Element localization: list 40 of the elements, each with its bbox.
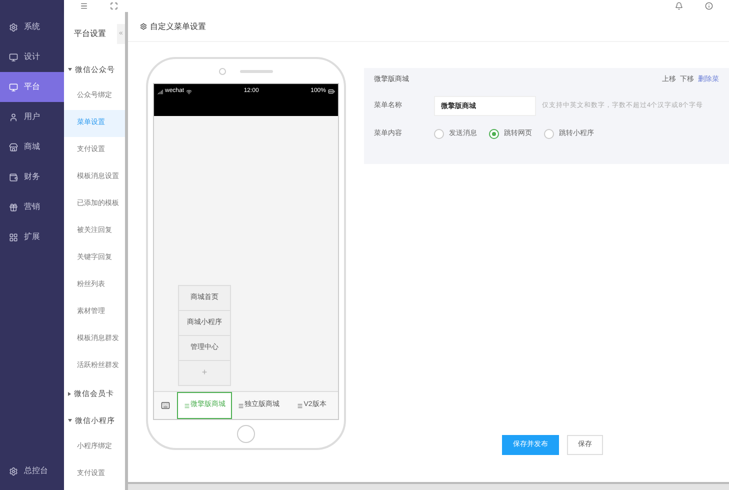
sidebar-item[interactable]: 系统 [0,12,64,42]
camera-icon [219,68,226,74]
monitor-icon [9,82,18,92]
speaker-icon [240,70,273,72]
subnav-title: 平台设置 [74,28,106,40]
sidebar-item[interactable]: 营销 [0,192,64,222]
caret-icon [68,419,72,422]
sidebar-item[interactable]: 扩展 [0,222,64,252]
caret-icon [68,392,71,396]
fullscreen-icon[interactable] [110,2,118,10]
wallet-icon [9,172,18,182]
sidebar-footer-item[interactable]: 总控台 [0,456,64,486]
battery-icon [328,88,335,95]
info-icon[interactable] [705,2,713,10]
radio-button[interactable] [489,129,499,139]
radio-button[interactable] [434,129,444,139]
menu-icon [238,402,244,408]
wifi-icon [186,88,192,94]
gear-icon [9,466,18,476]
shop-icon [9,142,18,152]
radio-button[interactable] [544,129,554,139]
grid-icon [9,232,18,242]
gear-icon [9,22,18,32]
caret-icon [68,68,72,71]
menu-icon [296,402,303,408]
page-title: 自定义菜单设置 [150,20,206,32]
bell-icon[interactable] [675,2,683,10]
monitor-icon [9,52,18,62]
menu-icon [184,402,190,408]
sidebar-item[interactable]: 财务 [0,162,64,192]
gear-icon [140,23,147,30]
sidebar-item[interactable]: 设计 [0,42,64,72]
sidebar-item[interactable]: 用户 [0,102,64,132]
keyboard-icon[interactable] [161,401,170,410]
gift-icon [9,202,18,212]
user-icon [9,112,18,122]
signal-icon [157,88,163,94]
menu-icon[interactable] [80,2,88,10]
sidebar-item[interactable]: 商城 [0,132,64,162]
sidebar-item[interactable]: 平台 [0,72,64,102]
